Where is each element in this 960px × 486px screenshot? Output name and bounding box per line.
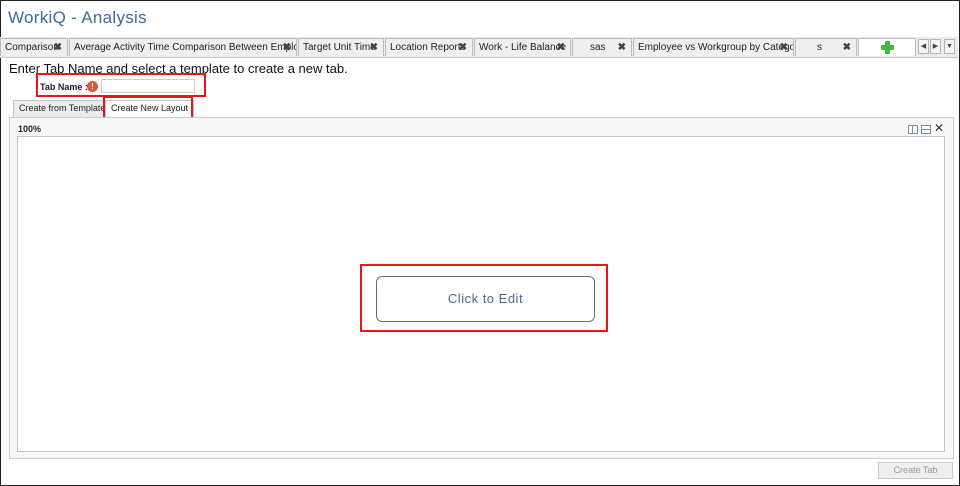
close-icon[interactable]: ✖ bbox=[557, 39, 565, 56]
report-tab-label: Comparison bbox=[5, 42, 59, 53]
zoom-level: 100% bbox=[18, 124, 42, 134]
create-tab-button[interactable]: Create Tab bbox=[878, 462, 953, 479]
report-tab-target-unit-time[interactable]: Target Unit Time ✖ bbox=[298, 38, 384, 56]
tab-name-label: Tab Name : bbox=[40, 82, 88, 92]
tab-scroll-right-button[interactable]: ▶ bbox=[930, 39, 941, 54]
split-columns-icon[interactable] bbox=[908, 125, 918, 134]
close-icon[interactable]: ✕ bbox=[934, 122, 944, 134]
tab-create-from-template[interactable]: Create from Template bbox=[13, 100, 112, 117]
tab-menu-button[interactable]: ▼ bbox=[944, 39, 955, 54]
close-icon[interactable]: ✖ bbox=[780, 39, 788, 56]
app-title: WorkiQ - Analysis bbox=[8, 8, 147, 27]
click-to-edit-button[interactable]: Click to Edit bbox=[376, 276, 595, 322]
report-tab-label: s bbox=[817, 42, 822, 53]
close-icon[interactable]: ✖ bbox=[459, 39, 467, 56]
close-icon[interactable]: ✖ bbox=[283, 39, 291, 56]
report-tab-bar: Comparison ✖ Average Activity Time Compa… bbox=[0, 37, 958, 58]
report-tab-s[interactable]: s ✖ bbox=[795, 38, 857, 56]
report-tab-sas[interactable]: sas ✖ bbox=[572, 38, 632, 56]
tab-scroll-left-button[interactable]: ◀ bbox=[918, 39, 929, 54]
report-tab-average-activity[interactable]: Average Activity Time Comparison Between… bbox=[69, 38, 297, 56]
report-tab-label: Average Activity Time Comparison Between… bbox=[74, 42, 297, 53]
report-tab-location-reports[interactable]: Location Reports ✖ bbox=[385, 38, 473, 56]
report-tab-label: Target Unit Time bbox=[303, 42, 376, 53]
report-tab-label: sas bbox=[590, 42, 606, 53]
report-tab-label: Work - Life Balance bbox=[479, 42, 567, 53]
report-tab-label: Employee vs Workgroup by Category bbox=[638, 42, 794, 53]
alert-icon: ! bbox=[87, 81, 98, 92]
report-tab-employee-vs-workgroup[interactable]: Employee vs Workgroup by Category ✖ bbox=[633, 38, 794, 56]
close-icon[interactable]: ✖ bbox=[618, 39, 626, 56]
report-tab-label: Location Reports bbox=[390, 42, 466, 53]
report-tab-work-life-balance[interactable]: Work - Life Balance ✖ bbox=[474, 38, 571, 56]
tab-name-input[interactable] bbox=[101, 79, 195, 93]
split-rows-icon[interactable] bbox=[921, 125, 931, 134]
plus-icon bbox=[881, 41, 894, 54]
close-icon[interactable]: ✖ bbox=[54, 39, 62, 56]
report-tab-comparison[interactable]: Comparison ✖ bbox=[0, 38, 68, 56]
close-icon[interactable]: ✖ bbox=[370, 39, 378, 56]
close-icon[interactable]: ✖ bbox=[843, 39, 851, 56]
add-tab-button[interactable] bbox=[858, 38, 916, 56]
